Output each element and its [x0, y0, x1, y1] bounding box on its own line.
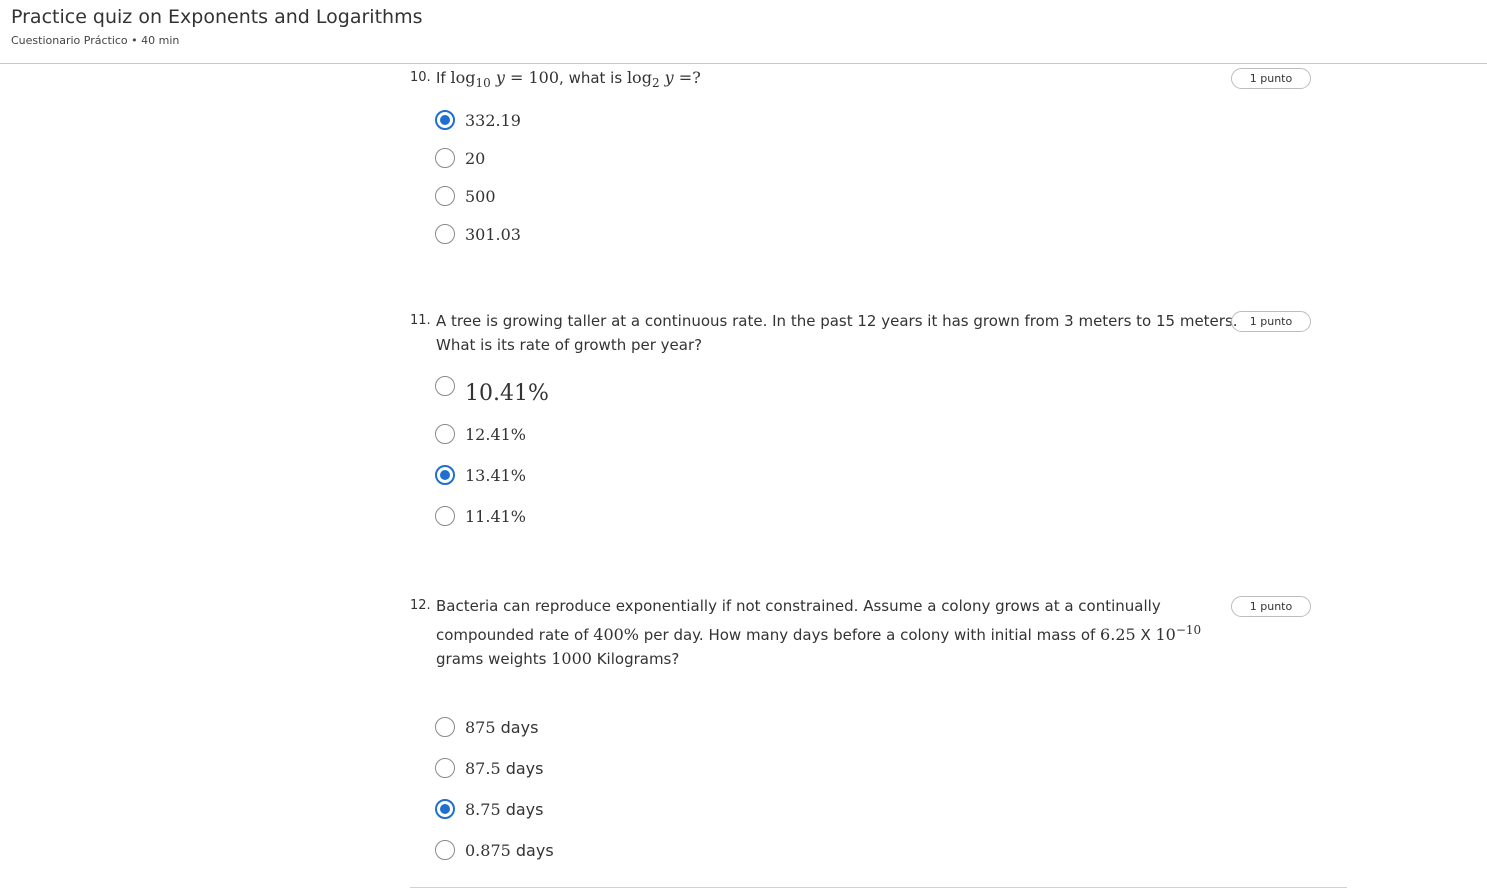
radio-icon[interactable]: [435, 224, 455, 244]
option-332-19[interactable]: 332.19: [435, 108, 521, 132]
question-number: 11.: [410, 313, 431, 328]
option-301-03[interactable]: 301.03: [435, 222, 521, 246]
option-label: 875 days: [465, 717, 539, 737]
quiz-header: Practice quiz on Exponents and Logarithm…: [0, 0, 1487, 64]
option-12-41[interactable]: 12.41%: [435, 422, 526, 446]
option-500[interactable]: 500: [435, 184, 496, 208]
option-label: 87.5 days: [465, 758, 544, 778]
points-badge: 1 punto: [1231, 68, 1311, 89]
option-label: 500: [465, 186, 496, 206]
radio-selected-icon[interactable]: [435, 799, 455, 819]
option-13-41[interactable]: 13.41%: [435, 463, 526, 487]
option-label: 0.875 days: [465, 840, 554, 860]
option-label: 11.41%: [465, 506, 527, 526]
points-badge: 1 punto: [1231, 311, 1311, 332]
points-badge: 1 punto: [1231, 596, 1311, 617]
radio-icon[interactable]: [435, 717, 455, 737]
section-divider: [410, 887, 1347, 888]
question-text: A tree is growing taller at a continuous…: [436, 312, 1238, 354]
option-label: 13.41%: [465, 465, 527, 485]
question-text: Bacteria can reproduce exponentially if …: [436, 597, 1202, 668]
radio-icon[interactable]: [435, 186, 455, 206]
radio-icon[interactable]: [435, 506, 455, 526]
question-text: If log10 y = 100, what is log2 y =?: [436, 68, 701, 91]
quiz-title: Practice quiz on Exponents and Logarithm…: [11, 6, 423, 28]
option-20[interactable]: 20: [435, 146, 485, 170]
option-label: 301.03: [465, 224, 521, 244]
radio-icon[interactable]: [435, 148, 455, 168]
option-label: 332.19: [465, 110, 521, 130]
radio-icon[interactable]: [435, 840, 455, 860]
option-0-875-days[interactable]: 0.875 days: [435, 838, 554, 862]
option-875-days[interactable]: 875 days: [435, 715, 538, 739]
question-12: 12. Bacteria can reproduce exponentially…: [410, 594, 1330, 874]
radio-selected-icon[interactable]: [435, 110, 455, 130]
option-11-41[interactable]: 11.41%: [435, 504, 526, 528]
radio-icon[interactable]: [435, 376, 455, 396]
quiz-subtitle: Cuestionario Práctico • 40 min: [11, 34, 180, 47]
radio-selected-icon[interactable]: [435, 465, 455, 485]
option-label: 20: [465, 148, 486, 168]
option-label: 10.41%: [465, 380, 549, 406]
question-number: 12.: [410, 598, 431, 613]
option-87-5-days[interactable]: 87.5 days: [435, 756, 543, 780]
question-number: 10.: [410, 70, 431, 85]
radio-icon[interactable]: [435, 424, 455, 444]
option-10-41[interactable]: 10.41%: [435, 375, 549, 406]
option-8-75-days[interactable]: 8.75 days: [435, 797, 543, 821]
question-10: 10. If log10 y = 100, what is log2 y =? …: [410, 66, 1330, 256]
option-label: 12.41%: [465, 424, 527, 444]
radio-icon[interactable]: [435, 758, 455, 778]
question-11: 11. A tree is growing taller at a contin…: [410, 309, 1330, 534]
option-label: 8.75 days: [465, 799, 544, 819]
